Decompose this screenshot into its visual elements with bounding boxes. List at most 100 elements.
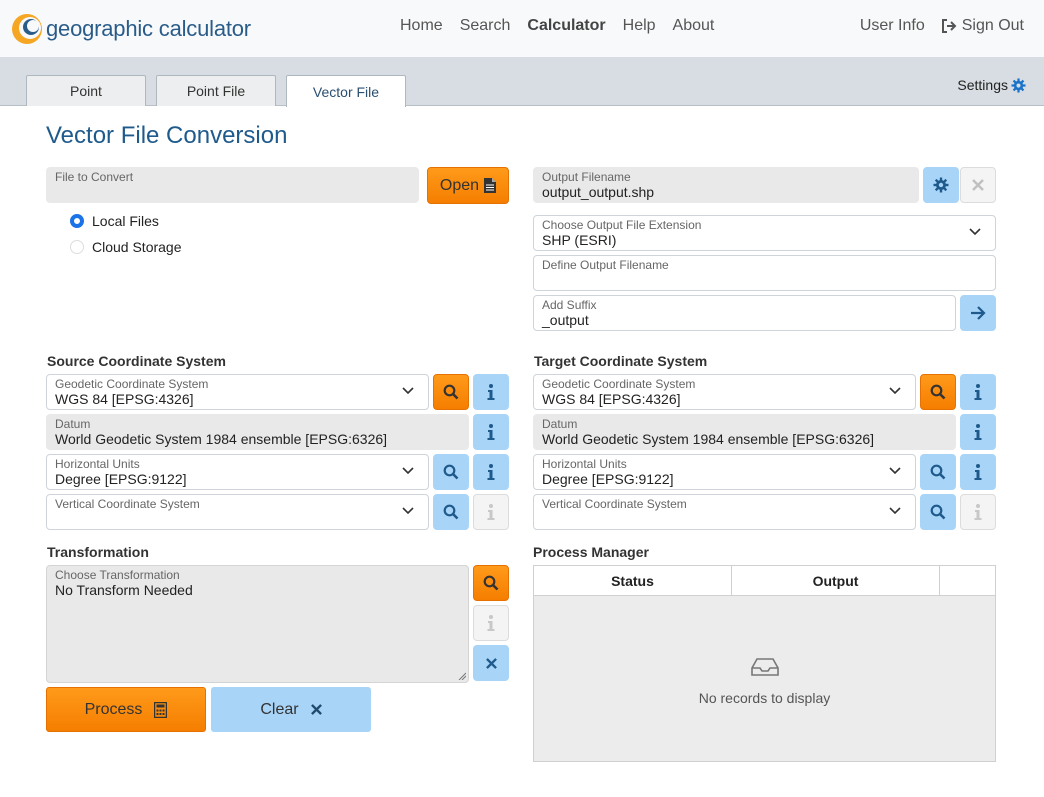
target-vertical-search-button[interactable] xyxy=(920,494,956,530)
nav-calculator[interactable]: Calculator xyxy=(527,17,605,35)
radio-dot xyxy=(70,240,84,254)
transformation-info-button[interactable] xyxy=(473,605,509,641)
add-suffix-field[interactable]: Add Suffix _output xyxy=(533,295,956,331)
transformation-field[interactable]: Choose Transformation No Transform Neede… xyxy=(46,565,469,683)
info-icon xyxy=(487,384,495,400)
open-button[interactable]: Open xyxy=(427,167,509,204)
source-units-search-button[interactable] xyxy=(433,454,469,490)
apply-suffix-button[interactable] xyxy=(960,295,996,331)
target-heading: Target Coordinate System xyxy=(534,353,708,369)
radio-local-files[interactable]: Local Files xyxy=(70,213,159,229)
field-label: File to Convert xyxy=(55,170,134,184)
nav-home[interactable]: Home xyxy=(400,17,443,35)
source-heading: Source Coordinate System xyxy=(47,353,226,369)
transformation-heading: Transformation xyxy=(47,544,149,560)
source-geodetic-search-button[interactable] xyxy=(433,374,469,410)
field-value: No Transform Needed xyxy=(55,582,193,598)
info-icon xyxy=(974,424,982,440)
target-units-search-button[interactable] xyxy=(920,454,956,490)
target-geodetic-search-button[interactable] xyxy=(920,374,956,410)
target-datum-info-button[interactable] xyxy=(960,414,996,450)
field-value: _output xyxy=(542,312,589,328)
source-geodetic-select[interactable]: Geodetic Coordinate System WGS 84 [EPSG:… xyxy=(46,374,429,410)
radio-label: Cloud Storage xyxy=(92,239,182,255)
arrow-right-icon xyxy=(971,306,986,320)
gear-icon xyxy=(1011,77,1026,93)
output-filename-field[interactable]: Output Filename output_output.shp xyxy=(533,167,919,203)
column-header-status[interactable]: Status xyxy=(534,566,732,596)
tab-point[interactable]: Point xyxy=(26,75,146,106)
target-units-select[interactable]: Horizontal Units Degree [EPSG:9122] xyxy=(533,454,916,490)
define-output-filename-field[interactable]: Define Output Filename xyxy=(533,255,996,291)
column-header-output[interactable]: Output xyxy=(732,566,940,596)
clear-button[interactable]: Clear xyxy=(211,687,371,732)
tab-label: Point File xyxy=(186,83,246,99)
main-nav: Home Search Calculator Help About xyxy=(400,17,731,35)
process-button[interactable]: Process xyxy=(46,687,206,732)
close-icon xyxy=(310,704,322,715)
open-label: Open xyxy=(439,176,480,194)
field-value: WGS 84 [EPSG:4326] xyxy=(542,391,681,407)
search-icon xyxy=(483,575,499,591)
sign-out-link[interactable]: Sign Out xyxy=(941,17,1024,35)
source-geodetic-info-button[interactable] xyxy=(473,374,509,410)
transformation-clear-button[interactable] xyxy=(473,645,509,681)
file-to-convert-field[interactable]: File to Convert xyxy=(46,167,419,203)
search-icon xyxy=(930,384,946,400)
search-icon xyxy=(443,464,459,480)
chevron-down-icon xyxy=(402,507,414,515)
clear-output-button[interactable] xyxy=(960,167,996,203)
resize-handle-icon[interactable] xyxy=(458,672,466,680)
target-geodetic-select[interactable]: Geodetic Coordinate System WGS 84 [EPSG:… xyxy=(533,374,916,410)
process-label: Process xyxy=(84,700,143,718)
info-icon xyxy=(487,615,495,631)
output-extension-select[interactable]: Choose Output File Extension SHP (ESRI) xyxy=(533,215,996,251)
nav-help[interactable]: Help xyxy=(623,17,656,35)
tab-point-file[interactable]: Point File xyxy=(156,75,276,106)
field-label: Datum xyxy=(55,417,91,431)
field-label: Vertical Coordinate System xyxy=(55,497,200,511)
target-vertical-info-button[interactable] xyxy=(960,494,996,530)
field-label: Horizontal Units xyxy=(542,457,627,471)
field-label: Horizontal Units xyxy=(55,457,140,471)
chevron-down-icon xyxy=(402,467,414,475)
nav-about[interactable]: About xyxy=(673,17,715,35)
source-vertical-search-button[interactable] xyxy=(433,494,469,530)
search-icon xyxy=(930,464,946,480)
logo-icon xyxy=(10,12,44,46)
column-header-actions xyxy=(940,566,995,596)
source-datum-info-button[interactable] xyxy=(473,414,509,450)
info-icon xyxy=(487,424,495,440)
field-value: World Geodetic System 1984 ensemble [EPS… xyxy=(55,431,388,447)
close-icon xyxy=(485,657,497,669)
target-units-info-button[interactable] xyxy=(960,454,996,490)
transformation-search-button[interactable] xyxy=(473,565,509,601)
field-label: Add Suffix xyxy=(542,298,597,312)
info-icon xyxy=(974,384,982,400)
app-logo[interactable]: geographic calculator xyxy=(10,12,251,46)
source-datum-field: Datum World Geodetic System 1984 ensembl… xyxy=(46,414,469,450)
target-vertical-select[interactable]: Vertical Coordinate System xyxy=(533,494,916,530)
target-geodetic-info-button[interactable] xyxy=(960,374,996,410)
output-settings-button[interactable] xyxy=(923,167,959,203)
source-units-select[interactable]: Horizontal Units Degree [EPSG:9122] xyxy=(46,454,429,490)
field-label: Output Filename xyxy=(542,170,631,184)
field-label: Define Output Filename xyxy=(542,258,669,272)
settings-link[interactable]: Settings xyxy=(957,77,1026,93)
file-icon xyxy=(484,178,497,193)
page-title: Vector File Conversion xyxy=(46,122,288,149)
table-header: Status Output xyxy=(534,566,995,596)
tab-vector-file[interactable]: Vector File xyxy=(286,75,406,107)
radio-cloud-storage[interactable]: Cloud Storage xyxy=(70,239,182,255)
close-icon xyxy=(972,179,984,191)
source-vertical-info-button[interactable] xyxy=(473,494,509,530)
chevron-down-icon xyxy=(889,507,901,515)
tab-label: Vector File xyxy=(312,83,380,100)
gear-icon xyxy=(933,177,949,193)
nav-search[interactable]: Search xyxy=(460,17,511,35)
empty-message: No records to display xyxy=(698,690,831,706)
source-vertical-select[interactable]: Vertical Coordinate System xyxy=(46,494,429,530)
source-units-info-button[interactable] xyxy=(473,454,509,490)
nav-user-info[interactable]: User Info xyxy=(860,17,925,35)
settings-label: Settings xyxy=(957,77,1008,93)
